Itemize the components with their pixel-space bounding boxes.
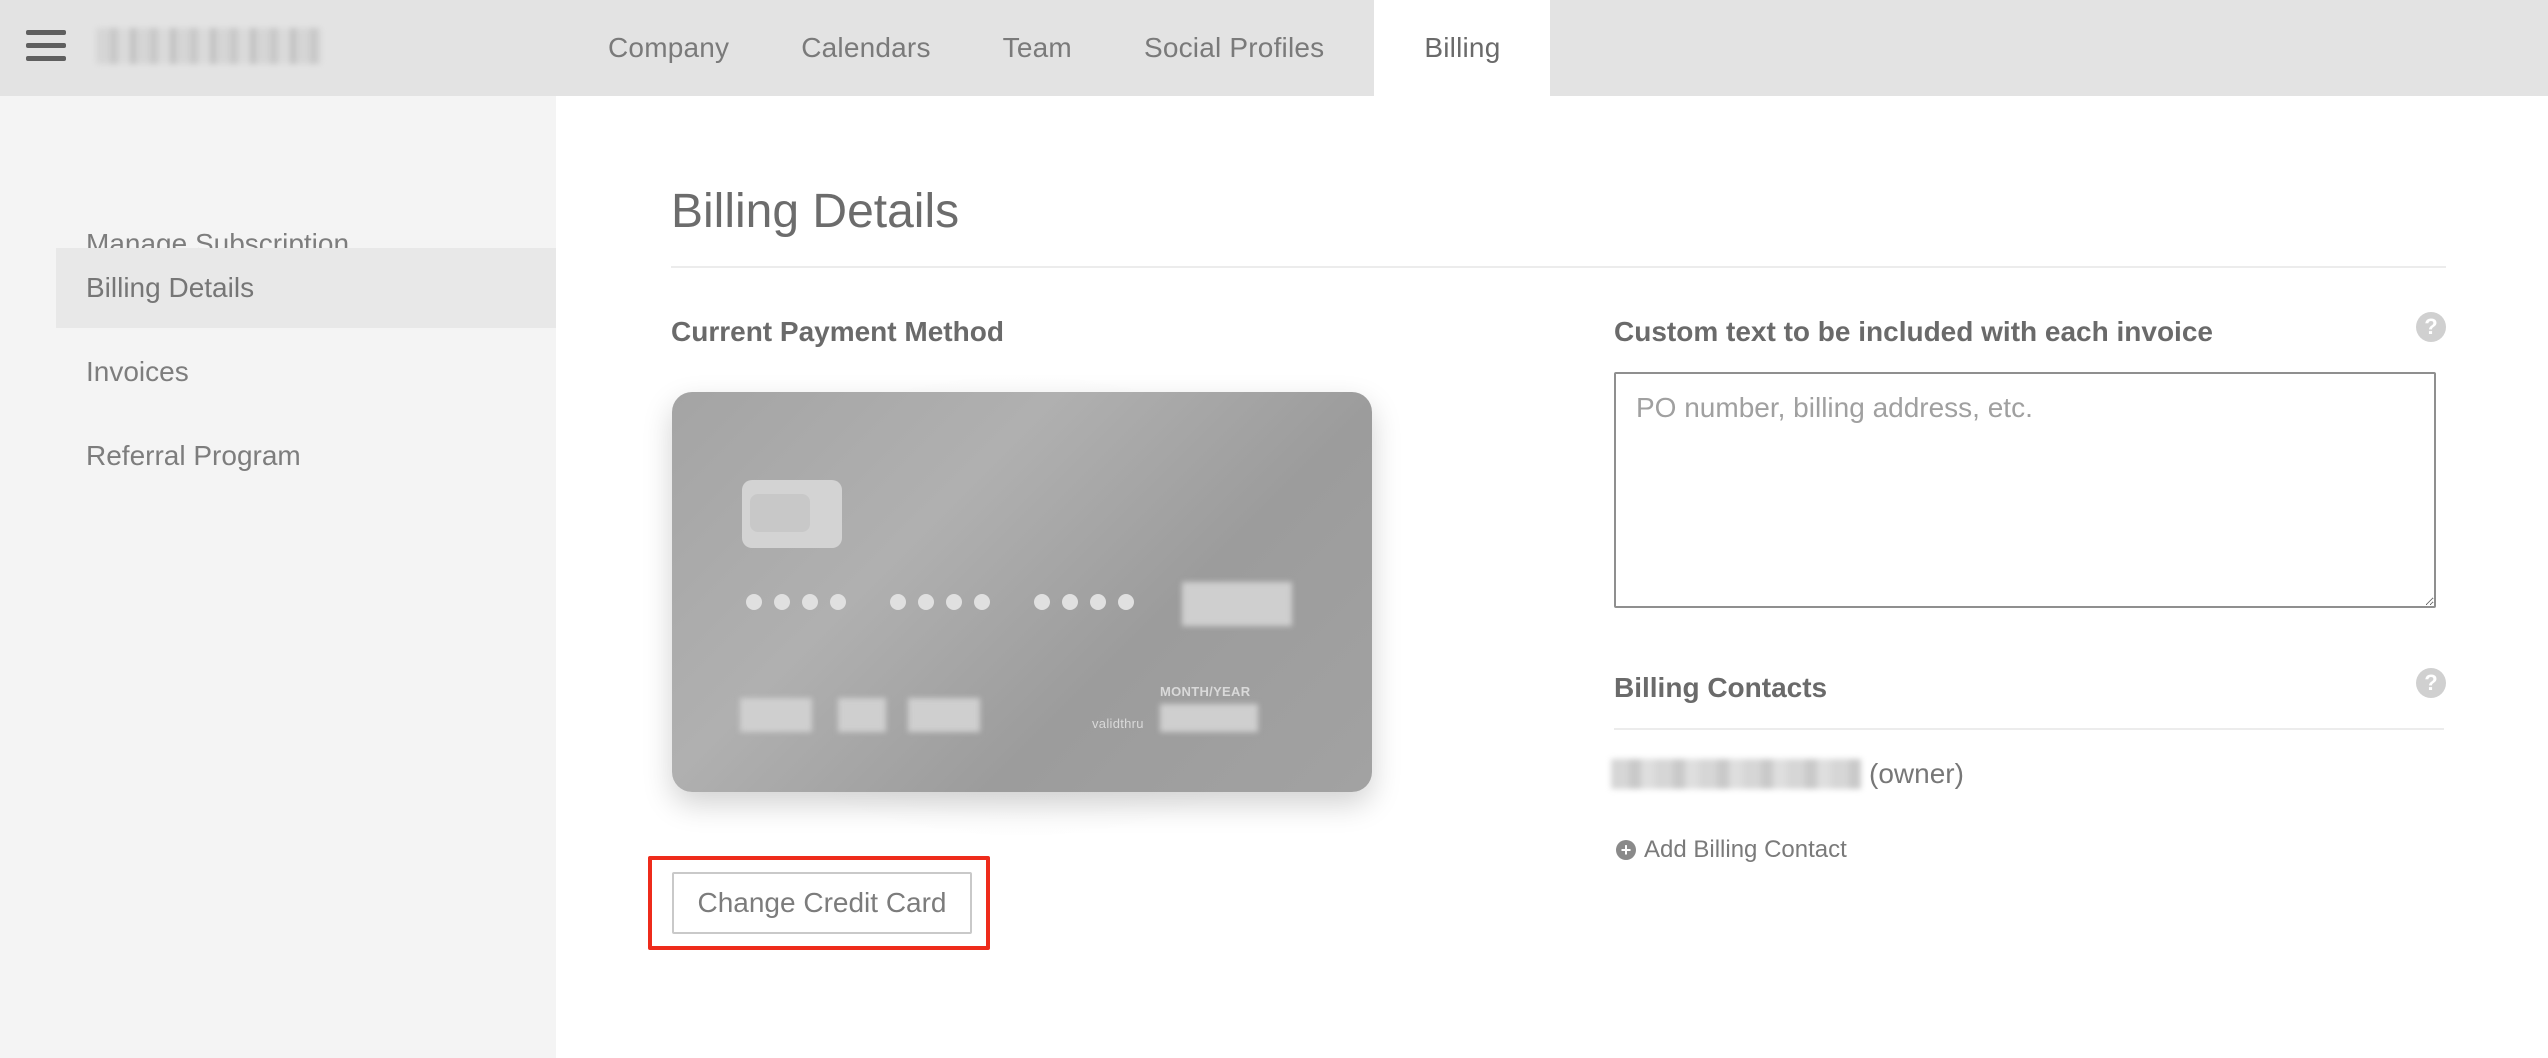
invoice-custom-text-input[interactable]: [1614, 372, 2436, 608]
company-logo[interactable]: [96, 28, 322, 64]
card-chip-icon: [742, 480, 842, 548]
billing-contact-row: (owner): [1611, 754, 1964, 794]
sidebar-item-invoices[interactable]: Invoices: [56, 332, 556, 412]
add-billing-contact-label: Add Billing Contact: [1644, 836, 1847, 863]
contacts-divider: [1614, 728, 2444, 730]
tab-calendars[interactable]: Calendars: [765, 0, 966, 96]
page-title: Billing Details: [671, 185, 960, 238]
invoice-text-label: Custom text to be included with each inv…: [1614, 316, 2213, 347]
card-number-group-1: [746, 594, 846, 610]
title-divider: [671, 266, 2446, 268]
billing-sidebar: Manage Subscription Billing Details Invo…: [0, 96, 556, 1058]
question-icon[interactable]: ?: [2416, 312, 2446, 342]
contact-owner-tag: (owner): [1869, 758, 1964, 789]
add-billing-contact-link[interactable]: + Add Billing Contact: [1616, 836, 1847, 864]
main-content: Billing Details Current Payment Method M…: [556, 96, 2548, 1058]
billing-contacts-label: Billing Contacts: [1614, 672, 1828, 703]
card-number-group-3: [1034, 594, 1134, 610]
cardholder-name-part: [838, 698, 886, 732]
payment-method-label: Current Payment Method: [671, 316, 1004, 347]
tab-company[interactable]: Company: [572, 0, 765, 96]
plus-circle-icon: +: [1616, 840, 1636, 860]
question-icon[interactable]: ?: [2416, 668, 2446, 698]
card-number-group-2: [890, 594, 990, 610]
card-expiry-label: MONTH/YEAR: [1160, 684, 1251, 699]
cardholder-name-part: [740, 698, 812, 732]
card-last-digits: [1182, 582, 1292, 626]
contact-email-redacted: [1611, 759, 1861, 789]
hamburger-icon[interactable]: [26, 30, 66, 62]
change-credit-card-button[interactable]: Change Credit Card: [672, 872, 972, 934]
tab-social-profiles[interactable]: Social Profiles: [1108, 0, 1360, 96]
card-expiry-value: [1160, 704, 1258, 732]
card-valid-thru-label: validthru: [1092, 716, 1144, 731]
credit-card-image: MONTH/YEAR validthru: [672, 392, 1372, 792]
tab-billing[interactable]: Billing: [1374, 0, 1551, 96]
settings-tabs: Company Calendars Team Social Profiles B…: [572, 0, 1551, 96]
top-navigation-bar: Company Calendars Team Social Profiles B…: [0, 0, 2548, 96]
tab-team[interactable]: Team: [967, 0, 1108, 96]
sidebar-item-billing-details[interactable]: Billing Details: [56, 248, 556, 328]
sidebar-item-referral-program[interactable]: Referral Program: [56, 416, 556, 496]
cardholder-name-part: [908, 698, 980, 732]
